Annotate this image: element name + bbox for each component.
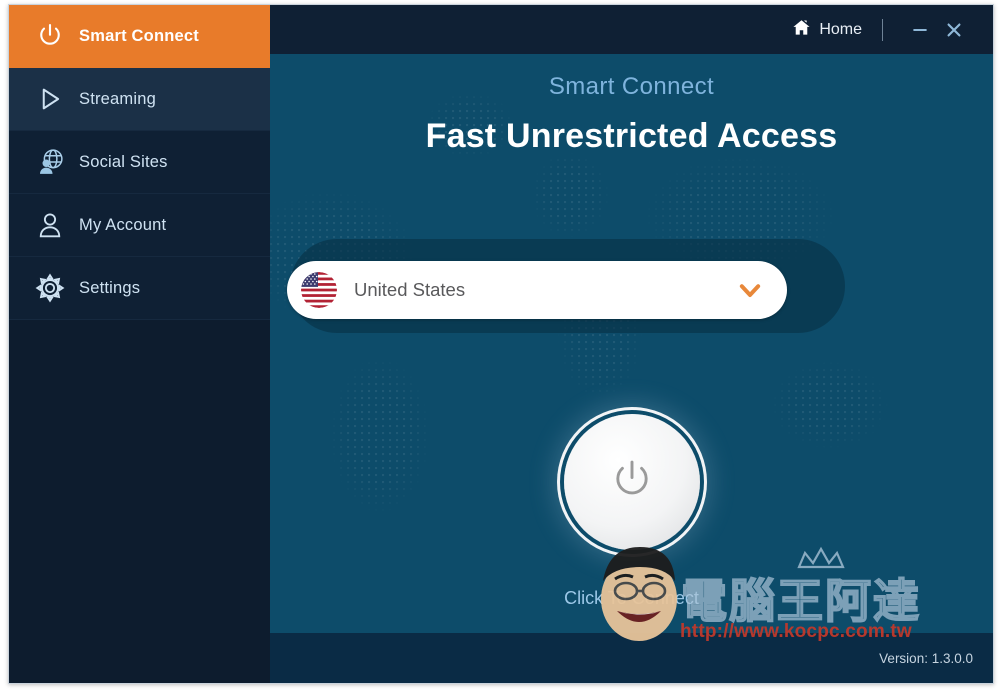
title-bar: Home [270, 5, 993, 54]
titlebar-divider [882, 18, 883, 41]
sidebar-filler [9, 320, 270, 683]
app-window: Smart Connect Streaming Social Sites My … [8, 4, 994, 684]
sidebar-item-settings[interactable]: Settings [9, 257, 270, 320]
connect-label: Click To Connect [564, 588, 699, 608]
version-label: Version: 1.3.0.0 [879, 650, 973, 666]
status-bar: Version: 1.3.0.0 [270, 633, 993, 683]
sidebar-item-smart-connect[interactable]: Smart Connect [9, 5, 270, 68]
close-button[interactable] [937, 15, 971, 45]
sidebar-item-my-account[interactable]: My Account [9, 194, 270, 257]
main-content: Home Smart Connect Fast Unrestricted Acc… [270, 5, 993, 683]
user-icon [27, 210, 73, 240]
play-triangle-icon [27, 84, 73, 114]
page-subtitle: Smart Connect [548, 73, 715, 100]
home-icon [792, 18, 811, 42]
chevron-down-icon[interactable] [735, 275, 765, 305]
sidebar-item-label: Social Sites [79, 152, 168, 171]
minimize-button[interactable] [903, 15, 937, 45]
power-icon [27, 21, 73, 51]
connect-button[interactable] [563, 414, 700, 550]
power-icon [607, 455, 657, 510]
sidebar-item-label: Smart Connect [79, 26, 199, 45]
country-select-value: United States [354, 279, 466, 300]
page-title: Fast Unrestricted Access [425, 117, 838, 155]
sidebar-item-label: Streaming [79, 89, 157, 108]
sidebar: Smart Connect Streaming Social Sites My … [9, 5, 270, 683]
sidebar-item-label: Settings [79, 278, 141, 297]
globe-person-icon [27, 147, 73, 177]
gear-icon [27, 273, 73, 303]
sidebar-item-streaming[interactable]: Streaming [9, 68, 270, 131]
sidebar-item-social-sites[interactable]: Social Sites [9, 131, 270, 194]
country-select[interactable]: United States [287, 261, 787, 319]
home-label: Home [819, 20, 862, 38]
us-flag-icon [301, 272, 337, 308]
connect-area: Click To Connect [270, 414, 993, 609]
sidebar-item-label: My Account [79, 215, 167, 234]
home-button[interactable]: Home [792, 18, 862, 42]
